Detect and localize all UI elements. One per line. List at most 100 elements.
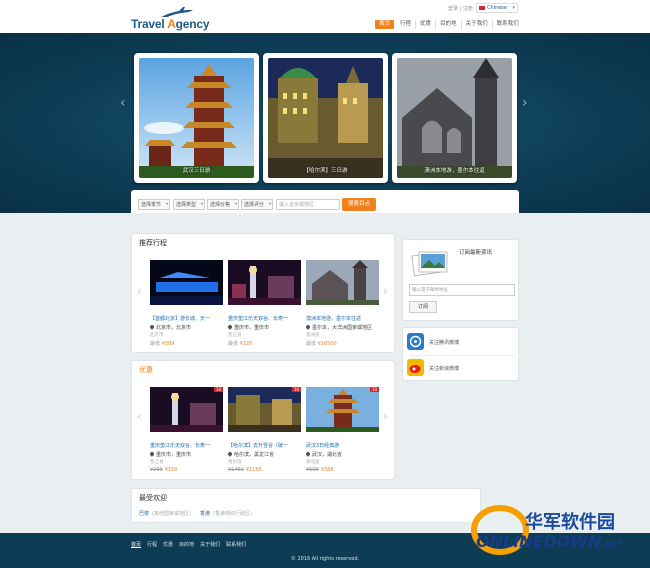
carousel-next-icon[interactable]: › xyxy=(383,284,388,298)
type-select[interactable]: 选择类型 ▾ xyxy=(173,199,205,210)
deal-location: 武汉，湖北省 xyxy=(305,451,380,458)
popular-item[interactable]: 巴黎 (其他国家或地区) xyxy=(139,510,191,517)
price-select[interactable]: 选择价格 ▾ xyxy=(207,199,239,210)
subscribe-button[interactable]: 订阅 xyxy=(409,301,437,313)
location-pin-icon xyxy=(149,451,155,457)
email-input[interactable]: 输入电子邮件地址 xyxy=(409,284,515,296)
subscribe-title: 订阅最新资讯 xyxy=(459,250,493,256)
deal-card[interactable]: 10 重庆垫江乐天双谷、长寿一 重庆市，重庆市 垫江县 ¥299 ¥150 xyxy=(149,387,224,473)
popular-panel: 最受欢迎 巴黎 (其他国家或地区) 香港 (香港特别行政区) xyxy=(131,488,481,523)
deal-subregion: 哈尔滨 xyxy=(228,460,242,465)
search-bar: 选择季节 ▾ 选择类型 ▾ 选择价格 ▾ 选择评分 ▾ 输入省份或地区 搜索目点 xyxy=(131,190,519,213)
photos-icon xyxy=(411,251,448,277)
deal-price: ¥299 ¥150 xyxy=(150,467,178,473)
footer-link-about[interactable]: 关于我们 xyxy=(200,542,220,548)
subscribe-panel: 订阅最新资讯 输入电子邮件地址 订阅 xyxy=(402,239,519,321)
location-pin-icon xyxy=(305,324,311,330)
footer-link-tours[interactable]: 行程 xyxy=(147,542,157,548)
rating-select[interactable]: 选择评分 ▾ xyxy=(241,199,273,210)
tour-price: 最低 ¥220 xyxy=(228,341,253,347)
region-search-input[interactable]: 输入省份或地区 xyxy=(276,199,340,210)
carousel-prev-icon[interactable]: ‹ xyxy=(120,95,126,111)
language-select[interactable]: Chinese ▾ xyxy=(476,3,518,13)
social-panel: 关注腾讯微博 关注新浪微博 xyxy=(402,327,519,381)
slide-caption: 【哈尔滨】三日游 xyxy=(303,168,348,174)
tour-price: 最低 ¥389 xyxy=(150,341,175,347)
sina-weibo-icon xyxy=(407,359,424,376)
deal-title[interactable]: 武汉3日经典游 xyxy=(306,442,380,449)
deal-price: ¥599 ¥388 xyxy=(306,467,334,473)
divider xyxy=(407,355,515,356)
nav-about[interactable]: 关于我们 xyxy=(462,20,493,29)
tour-location: 墨尔本，大洋洲国家或地区 xyxy=(305,324,380,331)
nav-home[interactable]: 首页 xyxy=(375,20,395,29)
chevron-down-icon: ▾ xyxy=(268,201,271,206)
carousel-next-icon[interactable]: › xyxy=(383,409,388,423)
deal-subregion: 湖北省 xyxy=(306,460,320,465)
carousel-prev-icon[interactable]: ‹ xyxy=(137,284,142,298)
main-nav: 首页 行程 优惠 目的地 关于我们 联系我们 xyxy=(375,20,523,30)
login-register-links[interactable]: 登录 | 注册 xyxy=(448,5,473,12)
deals-panel: 优惠 ‹ › 10 重庆垫江乐天双谷、长寿一 重庆市，重庆市 垫江县 ¥299 ¥… xyxy=(131,360,395,480)
deal-card[interactable]: 10 武汉3日经典游 武汉，湖北省 湖北省 ¥599 ¥388 xyxy=(305,387,380,473)
nav-deals[interactable]: 优惠 xyxy=(416,20,437,29)
sina-weibo-link[interactable]: 关注新浪微博 xyxy=(407,357,515,379)
tour-subregion: 垫江县 xyxy=(228,333,242,338)
slide-image: 【哈尔滨】三日游 xyxy=(268,58,383,178)
nav-destinations[interactable]: 目的地 xyxy=(436,20,462,29)
logo-text: Travel Agency xyxy=(131,17,210,31)
tour-thumbnail xyxy=(150,260,223,305)
nav-tours[interactable]: 行程 xyxy=(396,20,417,29)
tencent-weibo-link[interactable]: 关注腾讯微博 xyxy=(407,331,515,353)
season-select[interactable]: 选择季节 ▾ xyxy=(138,199,170,210)
hero-slide[interactable]: 澳洲本地游，墨尔本往返 xyxy=(392,53,517,183)
footer-link-deals[interactable]: 优惠 xyxy=(163,542,173,548)
section-title: 优惠 xyxy=(139,366,153,374)
hero-carousel: ‹ › 武汉三日游 【哈尔滨】三日游 澳洲本地游，墨尔本往返 xyxy=(0,33,650,213)
location-pin-icon xyxy=(227,324,233,330)
deal-location: 重庆市，重庆市 xyxy=(149,451,224,458)
tour-title[interactable]: 重庆垫江乐天双谷、长寿一 xyxy=(228,315,302,322)
carousel-next-icon[interactable]: › xyxy=(522,95,528,111)
tour-location: 重庆市，重庆市 xyxy=(227,324,302,331)
discount-badge: 10 xyxy=(291,387,301,392)
onlinedown-watermark: 华军软件园 ONLINEDOWN.NET xyxy=(470,488,650,558)
hero-slide[interactable]: 武汉三日游 xyxy=(134,53,259,183)
slide-image: 武汉三日游 xyxy=(139,58,254,178)
footer-nav: 首页 行程 优惠 目的地 关于我们 联系我们 xyxy=(131,541,252,548)
tour-card[interactable]: 【首都北京】游长城、天一 北京市，北京市 北京市 最低 ¥389 xyxy=(149,260,224,347)
discount-badge: 10 xyxy=(213,387,223,392)
tour-title[interactable]: 【首都北京】游长城、天一 xyxy=(150,315,224,322)
hero-slide[interactable]: 【哈尔滨】三日游 xyxy=(263,53,388,183)
tour-title[interactable]: 澳洲本地游，墨尔本往返 xyxy=(306,315,380,322)
nav-contact[interactable]: 联系我们 xyxy=(493,20,523,29)
slide-caption: 澳洲本地游，墨尔本往返 xyxy=(424,168,485,174)
tour-card[interactable]: 澳洲本地游，墨尔本往返 墨尔本，大洋洲国家或地区 澳洲旅 最低 ¥16500 xyxy=(305,260,380,347)
location-pin-icon xyxy=(149,324,155,330)
slide-image: 澳洲本地游，墨尔本往返 xyxy=(397,58,512,178)
logo[interactable]: Travel Agency xyxy=(131,7,211,31)
footer-link-destinations[interactable]: 目的地 xyxy=(179,542,194,548)
tour-subregion: 澳洲旅 xyxy=(306,333,320,338)
recommended-panel: 推荐行程 ‹ › 【首都北京】游长城、天一 北京市，北京市 北京市 最低 ¥38… xyxy=(131,233,395,353)
deal-thumbnail: 10 xyxy=(228,387,301,432)
section-title: 推荐行程 xyxy=(139,239,167,247)
popular-item[interactable]: 香港 (香港特别行政区) xyxy=(200,510,252,517)
discount-badge: 10 xyxy=(369,387,379,392)
location-pin-icon xyxy=(227,451,233,457)
deal-title[interactable]: 【哈尔滨】去升雪谷（破一 xyxy=(228,442,302,449)
footer-link-contact[interactable]: 联系我们 xyxy=(226,542,246,548)
section-title: 最受欢迎 xyxy=(139,494,167,502)
search-button[interactable]: 搜索目点 xyxy=(342,198,376,211)
deal-thumbnail: 10 xyxy=(306,387,379,432)
chevron-down-icon: ▾ xyxy=(512,5,515,11)
chevron-down-icon: ▾ xyxy=(200,201,203,206)
china-flag-icon xyxy=(479,5,485,10)
tour-card[interactable]: 重庆垫江乐天双谷、长寿一 重庆市，重庆市 垫江县 最低 ¥220 xyxy=(227,260,302,347)
deal-title[interactable]: 重庆垫江乐天双谷、长寿一 xyxy=(150,442,224,449)
site-header: Travel Agency 登录 | 注册 Chinese ▾ 首页 行程 优惠 目的地… xyxy=(0,0,650,33)
footer-link-home[interactable]: 首页 xyxy=(131,542,141,548)
carousel-prev-icon[interactable]: ‹ xyxy=(137,409,142,423)
chevron-down-icon: ▾ xyxy=(165,201,168,206)
deal-card[interactable]: 10 【哈尔滨】去升雪谷（破一 哈尔滨，黑龙江省 哈尔滨 ¥1450 ¥1165 xyxy=(227,387,302,473)
